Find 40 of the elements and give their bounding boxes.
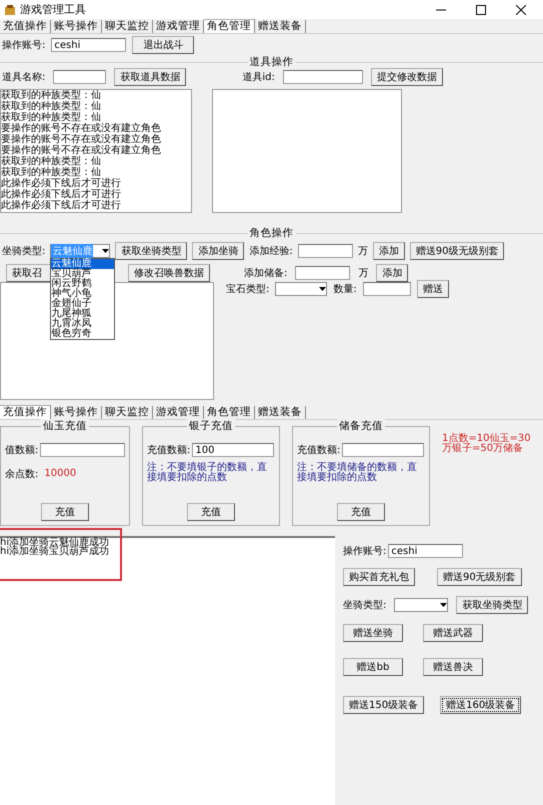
log-line: hi添加坐骑宝贝葫芦成功 bbox=[0, 547, 110, 556]
field-label: 宝石类型: bbox=[226, 282, 270, 296]
log-line: 此操作必须下线后才可进行 bbox=[1, 189, 122, 200]
note-text: 注：不要填银子的数额，直接填要扣除的点数 bbox=[147, 463, 268, 483]
field-label: 道具名称: bbox=[2, 71, 46, 84]
group-title: 道具操作 bbox=[248, 55, 296, 69]
field-label: 充值数额: bbox=[297, 444, 340, 457]
group-title: 储备充值 bbox=[337, 419, 385, 433]
field-label: 操作账号: bbox=[343, 544, 386, 558]
selected-value: 云魅仙鹿 bbox=[51, 244, 94, 258]
log-line: 此操作必须下线后才可进行 bbox=[1, 200, 122, 211]
unit-label: 万 bbox=[358, 245, 368, 258]
log-line: 获取到的种族类型：仙 bbox=[1, 112, 101, 123]
log-line: 要操作的账号不存在或没有建立角色 bbox=[1, 123, 162, 134]
field-label: 值数额: bbox=[5, 444, 38, 457]
group-title: 银子充值 bbox=[187, 419, 235, 433]
field-label: 添加储备: bbox=[244, 266, 288, 280]
log-line: hi添加坐骑云魅仙鹿成功 bbox=[0, 538, 110, 547]
log-line: 此操作必须下线后才可进行 bbox=[1, 178, 122, 189]
field-label: 道具id: bbox=[242, 71, 275, 84]
log-line: 获取到的种族类型：仙 bbox=[1, 90, 102, 101]
field-label: 操作账号: bbox=[2, 38, 46, 52]
log-line: 要操作的账号不存在或没有建立角色 bbox=[1, 134, 162, 145]
points-value: 10000 bbox=[44, 469, 76, 479]
log-line: 获取到的种族类型：仙 bbox=[1, 156, 102, 167]
unit-label: 万 bbox=[358, 267, 368, 280]
rate-note: 1点数=10仙玉=30万银子=50万储备 bbox=[442, 434, 532, 454]
field-label: 数量: bbox=[333, 283, 357, 296]
group-title: 角色操作 bbox=[248, 226, 296, 240]
field-label: 坐骑类型: bbox=[343, 598, 386, 612]
field-label: 添加经验: bbox=[249, 244, 293, 258]
field-label: 余点数: bbox=[5, 468, 38, 481]
log-line: 要操作的账号不存在或没有建立角色 bbox=[1, 145, 162, 156]
field-label: 充值数额: bbox=[147, 444, 190, 457]
log-line: 获取到的种族类型：仙 bbox=[1, 101, 102, 112]
window-title: 游戏管理工具 bbox=[20, 2, 87, 17]
field-label: 坐骑类型: bbox=[2, 244, 46, 258]
note-text: 注：不要填储备的数额，直接填要扣除的点数 bbox=[297, 463, 418, 483]
log-line: 获取到的种族类型：仙 bbox=[1, 167, 101, 178]
group-title: 仙玉充值 bbox=[41, 419, 89, 433]
